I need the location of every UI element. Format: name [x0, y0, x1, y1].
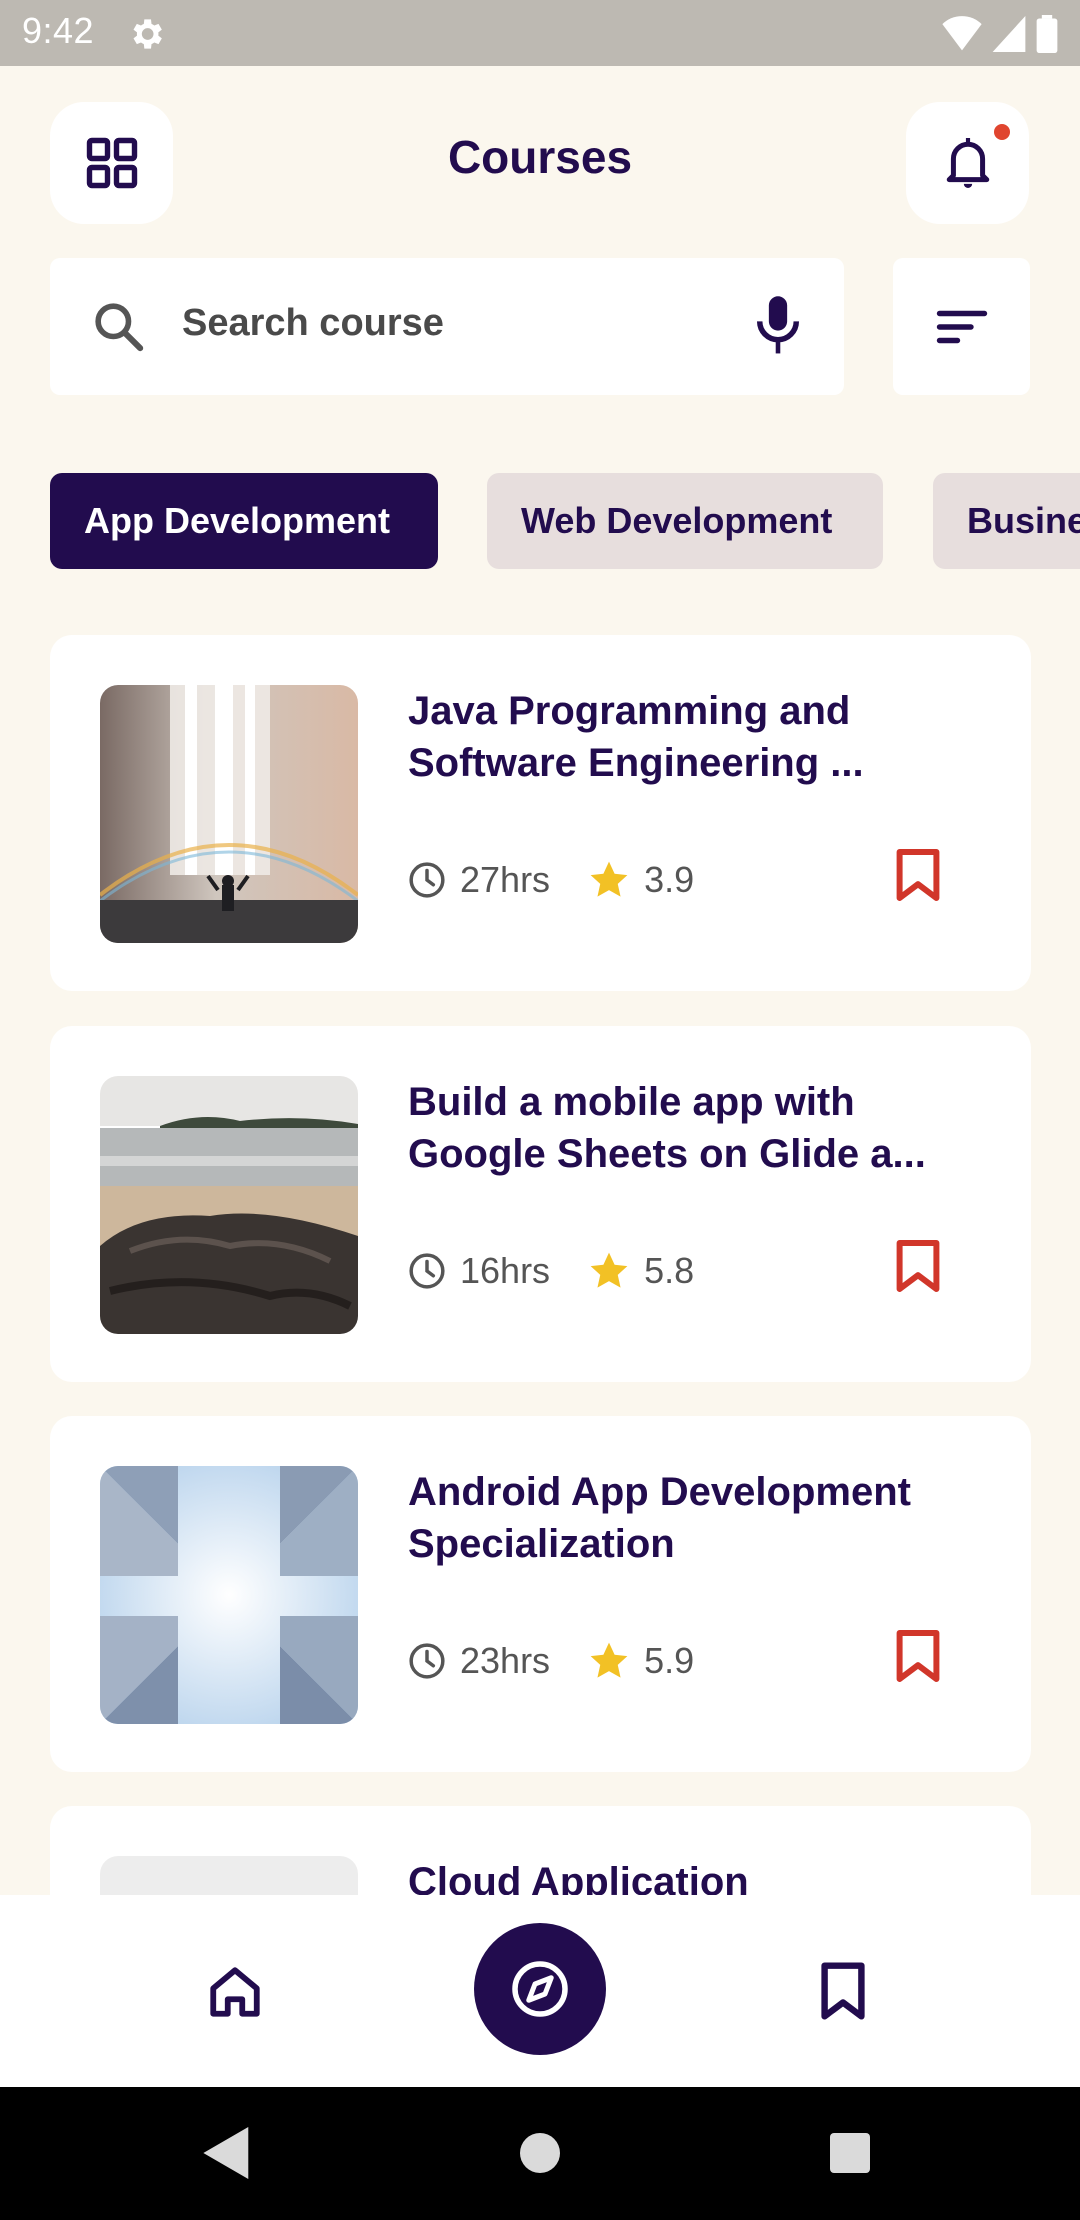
battery-icon	[1036, 15, 1058, 53]
search-input[interactable]: Search course	[50, 258, 844, 395]
explore-button[interactable]	[474, 1923, 606, 2055]
chip-business[interactable]: Busine	[933, 473, 1080, 569]
compass-icon	[512, 1961, 568, 2017]
search-placeholder: Search course	[182, 302, 444, 344]
star-icon	[590, 861, 628, 897]
course-rating: 5.9	[644, 1640, 695, 1681]
course-title: Android App Development Specialization	[408, 1466, 988, 1570]
course-thumbnail	[100, 685, 358, 943]
bookmark-icon[interactable]	[895, 1238, 941, 1294]
mic-icon[interactable]	[750, 294, 806, 358]
status-indicators	[942, 14, 1058, 54]
course-card[interactable]: Java Programming and Software Engineerin…	[50, 635, 1031, 991]
clock-icon	[409, 862, 445, 898]
course-thumbnail	[100, 1076, 358, 1334]
course-duration: 23hrs	[460, 1640, 551, 1681]
chip-web-development[interactable]: Web Development	[487, 473, 883, 569]
course-title-line: Software Engineering ...	[408, 741, 864, 785]
course-title: Java Programming and Software Engineerin…	[408, 685, 988, 789]
course-thumbnail	[100, 1856, 358, 1895]
status-time: 9:42	[22, 10, 95, 51]
course-title: Cloud Application	[408, 1856, 988, 1895]
course-title: Build a mobile app with Google Sheets on…	[408, 1076, 988, 1180]
bookmark-icon[interactable]	[820, 1961, 866, 2021]
course-card[interactable]: Build a mobile app with Google Sheets on…	[50, 1026, 1031, 1382]
search-icon	[95, 303, 144, 352]
sort-button[interactable]	[893, 258, 1030, 395]
course-card[interactable]: Cloud Application	[50, 1806, 1031, 1895]
system-navigation	[0, 2087, 1080, 2220]
bell-icon	[946, 138, 989, 188]
course-duration: 27hrs	[460, 859, 551, 900]
back-icon[interactable]	[202, 2127, 252, 2179]
bookmark-icon[interactable]	[895, 847, 941, 903]
course-list: Java Programming and Software Engineerin…	[50, 635, 1031, 1895]
home-icon[interactable]	[206, 1963, 264, 2021]
course-card[interactable]: Android App Development Specialization 2…	[50, 1416, 1031, 1772]
course-meta: 27hrs 3.9	[408, 855, 694, 905]
chip-app-development[interactable]: App Development	[50, 473, 438, 569]
recents-icon[interactable]	[830, 2133, 870, 2173]
bookmark-icon[interactable]	[895, 1628, 941, 1684]
course-title-line: Java Programming and	[408, 689, 851, 733]
sort-icon	[936, 310, 987, 343]
course-rating: 3.9	[644, 859, 695, 900]
clock-icon	[409, 1643, 445, 1679]
category-chips: App Development Web Development Busine	[50, 473, 1080, 569]
course-duration: 16hrs	[460, 1250, 551, 1291]
course-thumbnail	[100, 1466, 358, 1724]
status-bar: 9:42	[0, 0, 1080, 66]
wifi-icon	[942, 16, 982, 51]
clock-icon	[409, 1253, 445, 1289]
course-title-line: Google Sheets on Glide a...	[408, 1132, 926, 1176]
course-title-line: Build a mobile app with	[408, 1080, 855, 1124]
notification-dot	[994, 124, 1010, 140]
course-meta: 23hrs 5.9	[408, 1636, 694, 1686]
bottom-navigation	[0, 1895, 1080, 2087]
course-title-line: Android App Development	[408, 1470, 911, 1514]
course-title-line: Specialization	[408, 1522, 675, 1566]
star-icon	[590, 1642, 628, 1678]
signal-icon	[992, 16, 1026, 52]
notifications-button[interactable]	[906, 102, 1029, 224]
home-button-icon[interactable]	[520, 2133, 560, 2173]
gear-icon	[133, 19, 162, 49]
course-rating: 5.8	[644, 1250, 695, 1291]
course-meta: 16hrs 5.8	[408, 1246, 694, 1296]
course-title-line: Cloud Application	[408, 1860, 749, 1895]
star-icon	[590, 1252, 628, 1288]
